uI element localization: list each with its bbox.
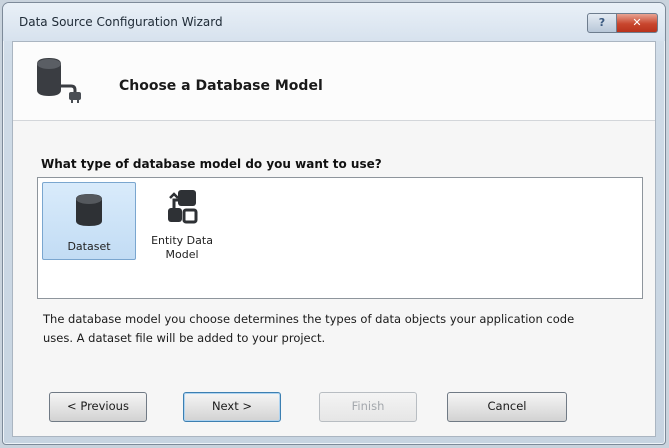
database-connection-icon xyxy=(37,58,81,103)
model-option-label: Entity Data Model xyxy=(151,234,213,261)
finish-button[interactable]: Finish xyxy=(319,392,417,422)
help-button[interactable]: ? xyxy=(587,13,617,33)
wizard-header: Choose a Database Model xyxy=(13,42,655,121)
model-list: Dataset Entity Data Model xyxy=(37,177,643,299)
model-option-label: Dataset xyxy=(67,240,111,253)
close-button[interactable]: ✕ xyxy=(616,13,658,33)
model-option-dataset[interactable]: Dataset xyxy=(42,182,136,260)
wizard-body: Choose a Database Model What type of dat… xyxy=(12,41,656,437)
previous-button[interactable]: < Previous xyxy=(49,392,147,422)
next-button[interactable]: Next > xyxy=(183,392,281,422)
database-icon xyxy=(76,194,102,226)
entity-data-model-icon xyxy=(168,190,198,224)
title-bar[interactable]: Data Source Configuration Wizard ? ✕ xyxy=(3,3,665,41)
cancel-button[interactable]: Cancel xyxy=(447,392,567,422)
window-title: Data Source Configuration Wizard xyxy=(19,15,223,29)
model-question-label: What type of database model do you want … xyxy=(41,157,382,171)
model-option-entity-data-model[interactable]: Entity Data Model xyxy=(136,182,228,261)
wizard-window: Data Source Configuration Wizard ? ✕ Cho… xyxy=(2,2,666,445)
page-title: Choose a Database Model xyxy=(119,78,323,94)
model-description: The database model you choose determines… xyxy=(43,312,575,345)
